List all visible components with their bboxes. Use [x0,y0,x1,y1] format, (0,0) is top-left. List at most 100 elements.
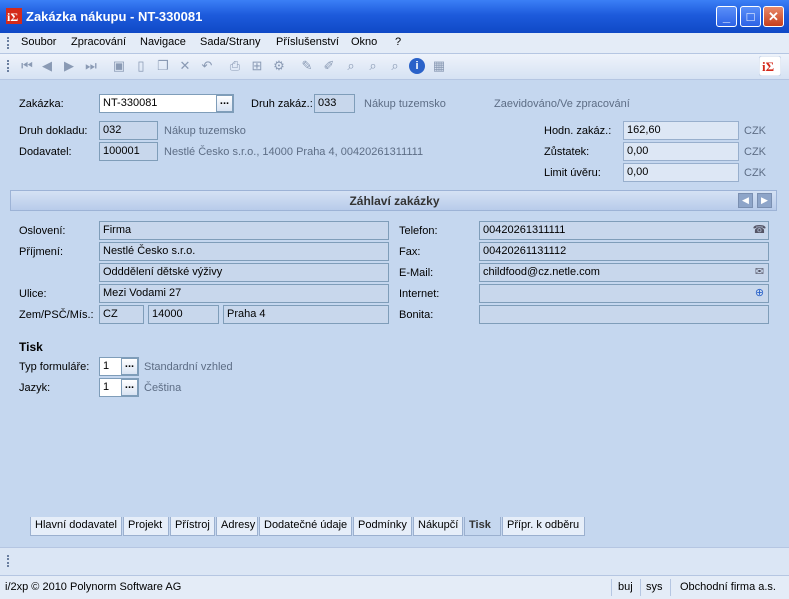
info-icon[interactable]: i [409,58,425,74]
order-lookup-button[interactable]: ... [216,95,233,112]
first-record-icon[interactable]: ⏮ [19,58,35,74]
search-icon[interactable]: ⌕ [343,58,359,74]
country-field[interactable]: CZ [99,305,144,324]
calculator-icon[interactable]: ▦ [431,58,447,74]
tab-strip: Hlavní dodavatel Projekt Přístroj Adresy… [10,517,777,536]
svg-text:iΣ: iΣ [762,59,774,74]
delete-icon[interactable]: ✕ [177,58,193,74]
tab-podminky[interactable]: Podmínky [353,517,412,536]
order-input[interactable]: NT-330081 [99,94,234,113]
status-separator [640,579,641,596]
web-open-icon[interactable]: ⊕ [751,285,768,302]
balance-currency: CZK [744,146,766,158]
next-record-icon[interactable]: ▶ [61,58,77,74]
edit-alt-icon[interactable]: ✐ [321,58,337,74]
status-separator [670,579,671,596]
order-value-field: 162,60 [623,121,739,140]
phone-field[interactable]: 00420261311111 [479,221,769,240]
edit-icon[interactable]: ✎ [299,58,315,74]
country-zip-city-label: Zem/PSČ/Mís.: [19,309,94,321]
phone-dial-icon[interactable]: ☎ [751,222,768,239]
supplier-desc: Nestlé Česko s.r.o., 14000 Praha 4, 0042… [164,146,424,158]
tab-pripr-k-odberu[interactable]: Přípr. k odběru [502,517,585,536]
phone-label: Telefon: [399,225,438,237]
menu-okno[interactable]: Okno [351,36,377,48]
tab-tisk[interactable]: Tisk [464,517,501,536]
balance-label: Zůstatek: [544,146,590,158]
tab-hlavni-dodavatel[interactable]: Hlavní dodavatel [30,517,122,536]
email-send-icon[interactable]: ✉ [751,264,768,281]
copy-icon[interactable]: ❐ [155,58,171,74]
surname-field[interactable]: Nestlé Česko s.r.o. [99,242,389,261]
app-logo-icon: iΣ [6,8,22,24]
find-icon[interactable]: ⌕ [365,58,381,74]
rating-field[interactable] [479,305,769,324]
tab-adresy[interactable]: Adresy [216,517,258,536]
credit-limit-field: 0,00 [623,163,739,182]
form-type-lookup-button[interactable]: ... [121,358,138,375]
maximize-button[interactable]: □ [740,6,761,27]
order-type-field[interactable]: 033 [314,94,355,113]
print-setup-icon[interactable]: ⊞ [249,58,265,74]
salutation-label: Oslovení: [19,225,66,237]
menu-prislusenstvi[interactable]: Příslušenství [276,36,339,48]
filter-icon[interactable]: ⌕ [387,58,403,74]
minimize-button[interactable]: _ [716,6,737,27]
supplier-field[interactable]: 100001 [99,142,158,161]
language-desc: Čeština [144,382,182,394]
menu-help[interactable]: ? [395,36,401,48]
section-prev-button[interactable]: ◀ [738,193,753,208]
status-bar: i/2xp © 2010 Polynorm Software AG buj sy… [0,575,789,599]
tab-pristroj[interactable]: Přístroj [170,517,215,536]
form-type-label: Typ formuláře: [19,361,90,373]
copyright-text: i/2xp © 2010 Polynorm Software AG [5,581,182,593]
supplier-label: Dodavatel: [19,146,72,158]
city-field[interactable]: Praha 4 [223,305,389,324]
menu-navigace[interactable]: Navigace [140,36,186,48]
fax-field[interactable]: 00420261131112 [479,242,769,261]
title-bar[interactable]: iΣ Zakázka nákupu - NT-330081 _ □ ✕ [0,0,789,34]
close-button[interactable]: ✕ [763,6,784,27]
print-heading: Tisk [19,340,43,354]
department-field[interactable]: Odddělení dětské výživy [99,263,389,282]
menu-zpracovani[interactable]: Zpracování [71,36,126,48]
doc-type-field[interactable]: 032 [99,121,158,140]
language-label: Jazyk: [19,382,51,394]
balance-field: 0,00 [623,142,739,161]
credit-limit-label: Limit úvěru: [544,167,601,179]
menu-soubor[interactable]: Soubor [21,36,56,48]
menu-bar: Soubor Zpracování Navigace Sada/Strany P… [0,33,789,54]
print-icon[interactable]: ⎙ [227,58,243,74]
tab-dodatecne-udaje[interactable]: Dodatečné údaje [259,517,352,536]
status-text: Zaevidováno/Ve zpracování [494,98,630,110]
tab-projekt[interactable]: Projekt [123,517,169,536]
credit-limit-currency: CZK [744,167,766,179]
save-icon[interactable]: ▣ [111,58,127,74]
zip-field[interactable]: 14000 [148,305,219,324]
order-value-currency: CZK [744,125,766,137]
last-record-icon[interactable]: ⏭ [83,58,99,74]
menu-sada-strany[interactable]: Sada/Strany [200,36,261,48]
section-header: Záhlaví zakázky ◀ ▶ [10,190,777,211]
email-label: E-Mail: [399,267,434,279]
doc-type-desc: Nákup tuzemsko [164,125,246,137]
menu-grip-icon [7,37,11,49]
salutation-field[interactable]: Firma [99,221,389,240]
undo-icon[interactable]: ↶ [199,58,215,74]
order-label: Zakázka: [19,98,64,110]
toolbar-grip-icon [7,60,11,72]
previous-record-icon[interactable]: ◀ [39,58,55,74]
language-lookup-button[interactable]: ... [121,379,138,396]
email-field[interactable]: childfood@cz.netle.com [479,263,769,282]
lower-toolbar [0,547,789,575]
section-next-button[interactable]: ▶ [757,193,772,208]
internet-field[interactable] [479,284,769,303]
rating-label: Bonita: [399,309,434,321]
window-title: Zakázka nákupu - NT-330081 [26,9,203,24]
tab-nakupci[interactable]: Nákupčí [413,517,463,536]
company-text: Obchodní firma a.s. [680,581,776,593]
new-icon[interactable]: ▯ [133,58,149,74]
settings-icon[interactable]: ⚙ [271,58,287,74]
fax-label: Fax: [399,246,421,258]
street-field[interactable]: Mezi Vodami 27 [99,284,389,303]
